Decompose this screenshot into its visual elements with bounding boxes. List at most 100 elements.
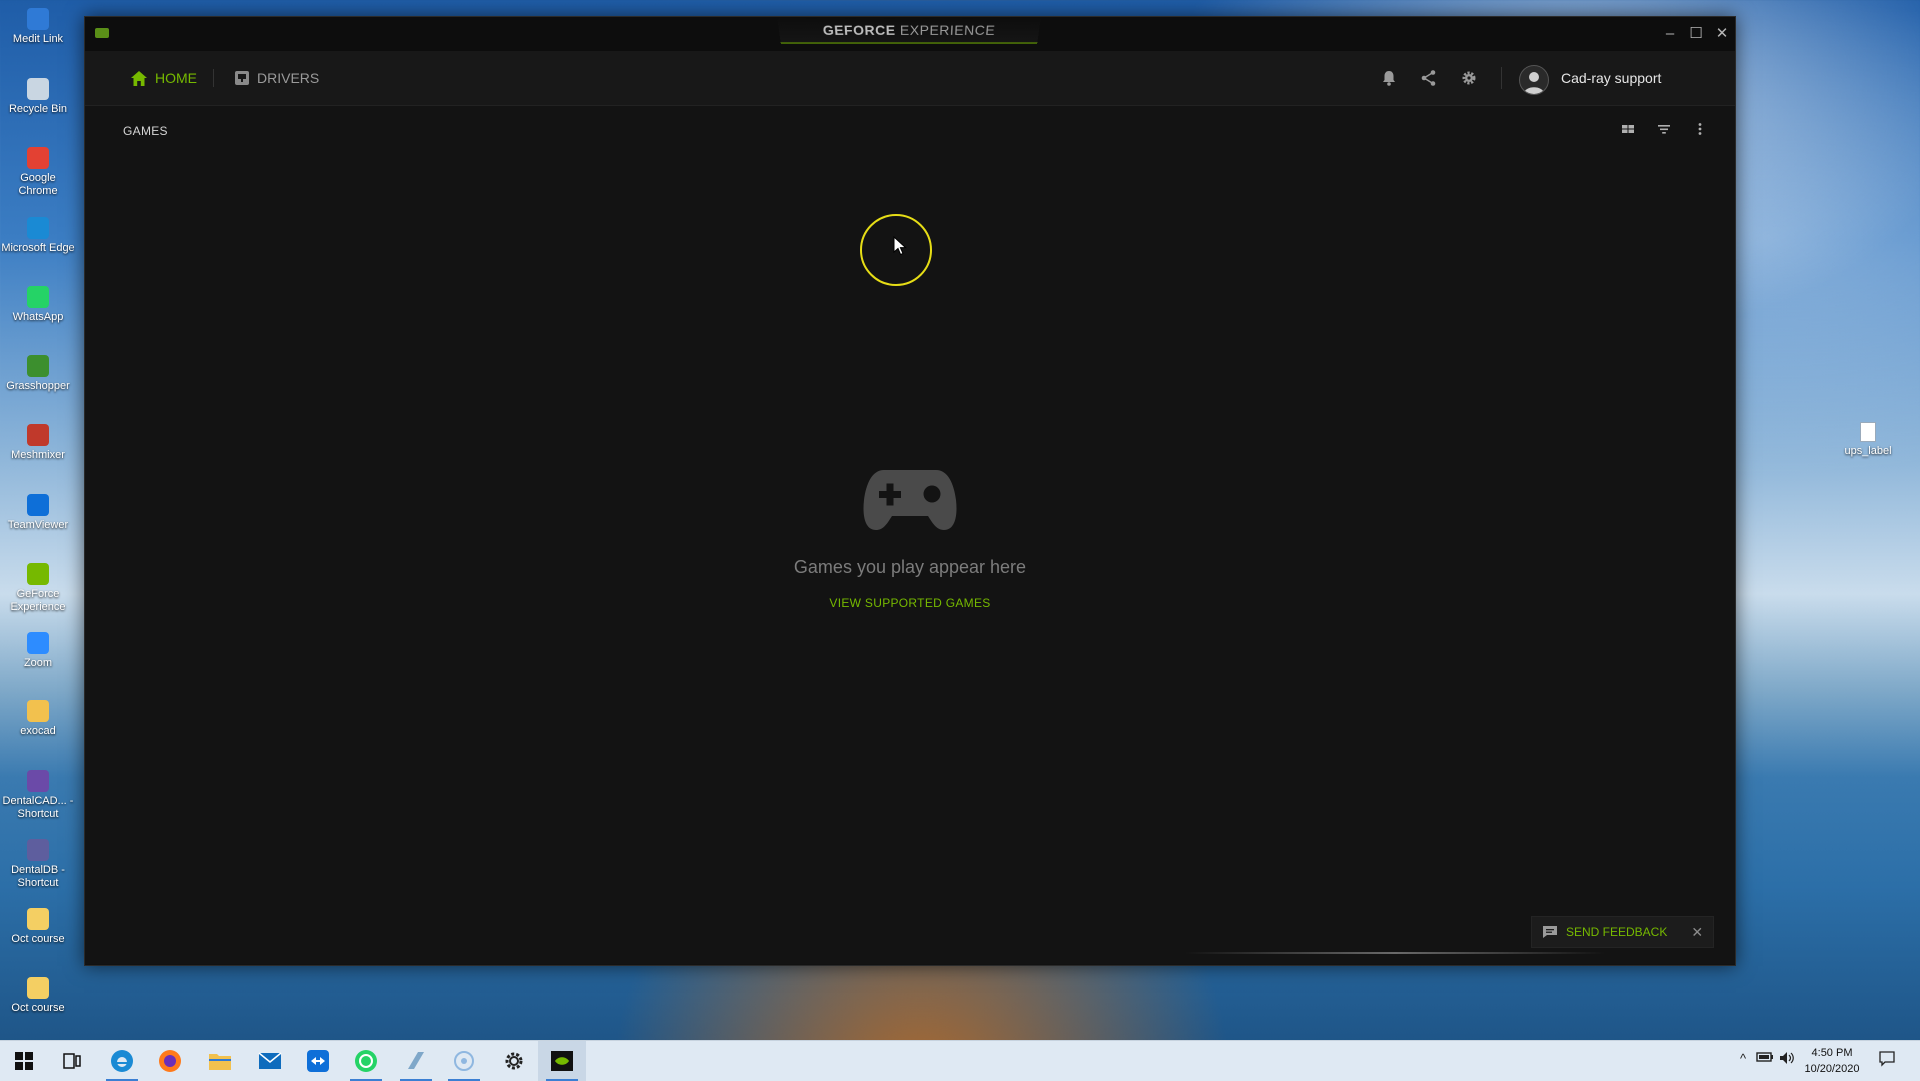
desktop-icon[interactable]: TeamViewer <box>0 494 76 532</box>
desktop-icon[interactable]: WhatsApp <box>0 286 76 324</box>
share-button[interactable] <box>1419 68 1439 88</box>
desktop-icon[interactable]: DentalCAD... - Shortcut <box>0 770 76 821</box>
desktop-icon-label: Microsoft Edge <box>1 242 75 254</box>
top-nav: HOME DRIVERS Cad-ray support <box>85 51 1735 106</box>
nvidia-icon <box>551 1051 573 1071</box>
maximize-button[interactable]: ☐ <box>1685 23 1707 45</box>
grid-view-button[interactable] <box>1619 120 1637 138</box>
desktop-icon-label: Medit Link <box>12 33 64 45</box>
app-icon <box>27 8 49 30</box>
minimize-icon: – <box>1665 25 1675 42</box>
desktop-icon[interactable]: Recycle Bin <box>0 78 76 116</box>
desktop-icon-label: Recycle Bin <box>8 103 68 115</box>
settings-button[interactable] <box>1459 68 1479 88</box>
send-feedback-label: SEND FEEDBACK <box>1566 925 1668 939</box>
taskbar-edge[interactable] <box>98 1041 146 1081</box>
desktop-icon[interactable]: Zoom <box>0 632 76 670</box>
title-rest: EXPERIENCE <box>895 22 996 38</box>
more-vertical-icon <box>1698 123 1702 135</box>
nav-divider <box>213 69 214 87</box>
tab-drivers[interactable]: DRIVERS <box>235 51 319 105</box>
desktop-icon[interactable]: Medit Link <box>0 8 76 46</box>
gear-icon <box>1462 71 1476 85</box>
taskbar-whatsapp[interactable] <box>342 1041 390 1081</box>
action-center-button[interactable] <box>1878 1051 1896 1071</box>
taskbar-file-explorer[interactable] <box>196 1041 244 1081</box>
battery-icon <box>1756 1052 1773 1062</box>
whatsapp-icon <box>355 1050 377 1072</box>
tab-home[interactable]: HOME <box>131 51 197 105</box>
app-icon <box>27 217 49 239</box>
maximize-icon: ☐ <box>1689 25 1703 42</box>
task-view-button[interactable] <box>48 1041 96 1081</box>
start-button[interactable] <box>0 1041 48 1081</box>
view-supported-games-link[interactable]: VIEW SUPPORTED GAMES <box>85 596 1735 610</box>
firefox-icon <box>159 1050 181 1072</box>
windows-icon <box>15 1052 33 1070</box>
desktop-icon[interactable]: exocad <box>0 700 76 738</box>
close-feedback-icon[interactable]: ✕ <box>1691 924 1703 941</box>
taskbar-app[interactable] <box>440 1041 488 1081</box>
folder-icon <box>209 1054 231 1070</box>
gear-icon <box>505 1052 523 1070</box>
gamepad-icon <box>863 470 957 530</box>
taskbar: ^ 4:50 PM 10/20/2020 <box>0 1040 1920 1081</box>
loading-indicator <box>1185 952 1605 954</box>
more-options-button[interactable] <box>1691 120 1709 138</box>
taskbar-mail[interactable] <box>246 1041 294 1081</box>
filter-button[interactable] <box>1655 120 1673 138</box>
desktop-icon[interactable]: Grasshopper <box>0 355 76 393</box>
mail-icon <box>258 1052 282 1069</box>
desktop-icon-label: DentalDB - Shortcut <box>11 864 65 889</box>
desktop-icon-ups-label[interactable]: ups_label <box>1828 422 1908 457</box>
desktop-icon-label: Oct course <box>11 933 65 945</box>
clock-time: 4:50 PM <box>1811 1047 1853 1059</box>
drivers-icon <box>235 71 249 85</box>
desktop-icon[interactable]: Oct course <box>0 908 76 946</box>
app-icon <box>27 355 49 377</box>
taskbar-settings[interactable] <box>490 1041 538 1081</box>
grid-view-icon <box>1622 125 1634 133</box>
desktop-icon[interactable]: Google Chrome <box>0 147 76 198</box>
desktop-icon[interactable]: DentalDB - Shortcut <box>0 839 76 890</box>
desktop-icon-label: exocad <box>20 725 56 737</box>
taskbar-firefox[interactable] <box>146 1041 194 1081</box>
send-feedback-button[interactable]: SEND FEEDBACK ✕ <box>1531 916 1715 948</box>
taskbar-teamviewer[interactable] <box>294 1041 342 1081</box>
desktop-icon-label: GeForce Experience <box>10 588 66 613</box>
desktop-icon-label: TeamViewer <box>7 519 69 531</box>
taskbar-exocad[interactable] <box>392 1041 440 1081</box>
app-icon <box>27 977 49 999</box>
notifications-button[interactable] <box>1379 68 1399 88</box>
avatar[interactable] <box>1519 65 1549 95</box>
battery-status[interactable] <box>1756 1051 1774 1071</box>
chevron-up-icon: ^ <box>1739 1051 1747 1066</box>
user-name[interactable]: Cad-ray support <box>1561 51 1661 105</box>
minimize-button[interactable]: – <box>1659 23 1681 45</box>
task-view-icon <box>63 1053 81 1069</box>
title-bar[interactable]: GEFORCE EXPERIENCE – ☐ ✕ <box>85 17 1735 51</box>
clock-date: 10/20/2020 <box>1804 1063 1860 1075</box>
tab-drivers-label: DRIVERS <box>257 70 320 86</box>
desktop-icon[interactable]: Microsoft Edge <box>0 217 76 255</box>
taskbar-geforce-experience[interactable] <box>538 1041 586 1081</box>
section-title: GAMES <box>123 124 168 138</box>
desktop-icon[interactable]: Meshmixer <box>0 424 76 462</box>
desktop-icon-label: WhatsApp <box>12 311 64 323</box>
app-icon <box>27 563 49 585</box>
title-brand: GEFORCE <box>822 22 896 38</box>
app-icon <box>27 908 49 930</box>
circle-app-icon <box>454 1051 474 1071</box>
app-icon <box>27 839 49 861</box>
app-icon <box>27 424 49 446</box>
app-icon <box>27 78 49 100</box>
app-icon <box>27 494 49 516</box>
games-panel: GAMES Games you play appear here VIEW SU… <box>85 106 1735 964</box>
show-hidden-icons-button[interactable]: ^ <box>1734 1051 1752 1071</box>
desktop-icon[interactable]: Oct course <box>0 977 76 1015</box>
desktop-icon[interactable]: GeForce Experience <box>0 563 76 614</box>
filter-icon <box>1658 125 1670 134</box>
close-button[interactable]: ✕ <box>1711 23 1733 45</box>
system-clock[interactable]: 4:50 PM 10/20/2020 <box>1790 1045 1874 1077</box>
home-icon <box>131 70 147 86</box>
